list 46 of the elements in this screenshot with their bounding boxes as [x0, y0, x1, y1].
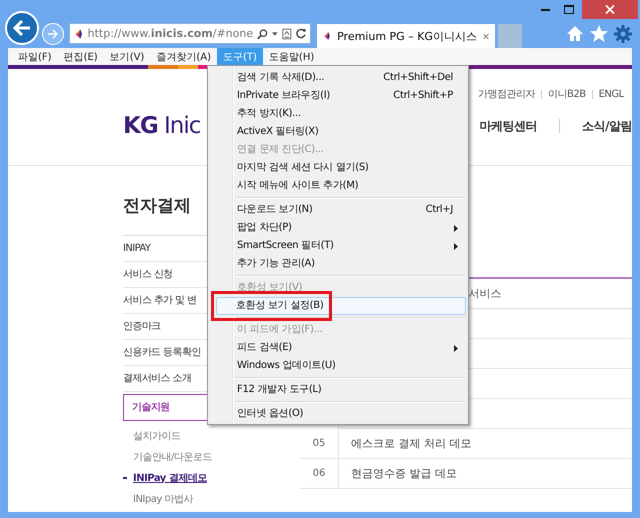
menu-item[interactable]: 편집(E): [58, 48, 104, 65]
arrow-icon: [47, 28, 59, 38]
table-cell-text: 현금영수증 발급 데모: [350, 466, 457, 482]
address-bar[interactable]: http://www.inicis.com/#none: [69, 23, 311, 44]
maximize-icon: [564, 5, 574, 14]
menu-option[interactable]: InPrivate 브라우징(I) Ctrl+Shift+P: [210, 87, 466, 105]
menu-item[interactable]: 파일(F): [12, 48, 58, 65]
menu-option[interactable]: ActiveX 필터링(X): [210, 123, 466, 141]
minimize-icon: [540, 8, 550, 11]
url-text: http://www.inicis.com/#none: [88, 27, 254, 40]
refresh-icon[interactable]: [296, 27, 306, 40]
close-button[interactable]: [582, 0, 638, 19]
sub-nav-link[interactable]: INIpay 마법사: [133, 492, 193, 506]
sub-nav-link[interactable]: 설치가이드: [133, 428, 180, 442]
back-button[interactable]: [5, 10, 39, 44]
logo-text: KG Inic: [123, 113, 200, 139]
dash-icon: [123, 476, 127, 478]
star-icon[interactable]: [590, 25, 608, 42]
tab-title: Premium PG – KG이니시스: [337, 28, 477, 44]
settings-icon[interactable]: [614, 24, 632, 42]
nav-link[interactable]: 소식/알림: [582, 118, 632, 134]
table-cell: 05: [300, 429, 339, 458]
logo-icon: [74, 26, 84, 40]
menu-item[interactable]: 즐겨찾기(A): [150, 48, 217, 65]
close-icon[interactable]: [482, 32, 489, 40]
search-icon[interactable]: [257, 26, 268, 40]
menu-item[interactable]: 도움말(H): [262, 48, 320, 65]
browser-tab[interactable]: Premium PG – KG이니시스: [317, 24, 495, 48]
page-icon[interactable]: [282, 26, 292, 40]
menu-option[interactable]: 호환성 보기 설정(B): [216, 297, 466, 315]
nav-link[interactable]: 마케팅센터: [480, 118, 538, 134]
table-cell-text: 에스크로 결제 처리 데모: [350, 436, 472, 452]
menu-item[interactable]: 보기(V): [104, 48, 150, 65]
top-link[interactable]: ENGL: [598, 88, 624, 100]
table-cell: 06: [300, 459, 339, 488]
top-link[interactable]: 가맹점관리자: [478, 87, 535, 101]
menu-option[interactable]: 추적 방지(K)...: [210, 105, 466, 123]
menu-option[interactable]: 검색 기록 삭제(D)... Ctrl+Shift+Del: [210, 69, 466, 87]
sub-nav-link[interactable]: 기술안내/다운로드: [133, 450, 212, 464]
sub-nav-link[interactable]: INIPay 결제데모: [133, 470, 207, 484]
top-link[interactable]: 이니B2B: [548, 87, 586, 101]
close-icon: [605, 5, 615, 14]
caret-icon[interactable]: [272, 32, 278, 36]
arrow-icon: [13, 20, 31, 36]
logo-icon: [323, 29, 332, 43]
column-header: 서비스: [468, 286, 502, 301]
